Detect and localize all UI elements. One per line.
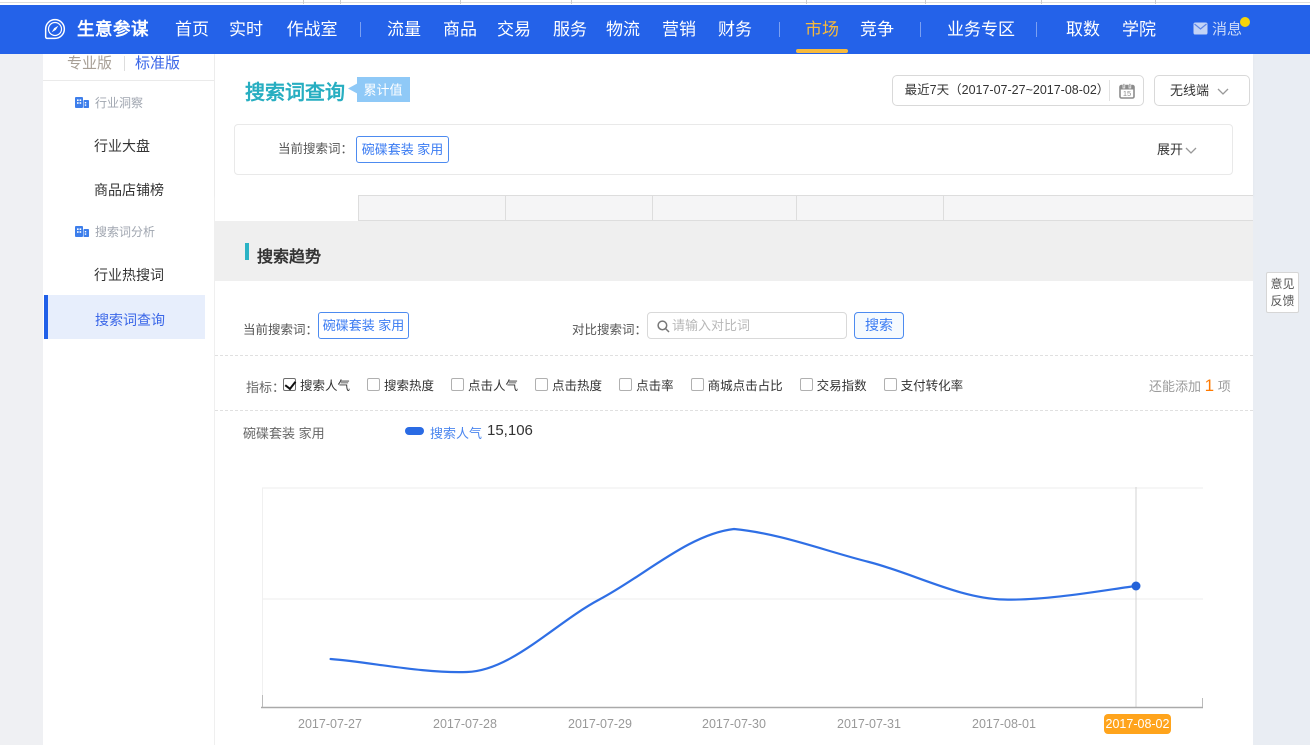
svg-text:2017-07-29: 2017-07-29 [568,717,632,731]
svg-text:2017-08-02: 2017-08-02 [1106,717,1170,731]
svg-text:累计值: 累计值 [363,83,402,98]
svg-text:2017-07-28: 2017-07-28 [433,717,497,731]
svg-text:2017-08-01: 2017-08-01 [972,717,1036,731]
svg-text:15: 15 [1123,89,1131,98]
svg-text:2017-07-30: 2017-07-30 [702,717,766,731]
svg-text:2017-07-31: 2017-07-31 [837,717,901,731]
svg-text:2017-07-27: 2017-07-27 [298,717,362,731]
